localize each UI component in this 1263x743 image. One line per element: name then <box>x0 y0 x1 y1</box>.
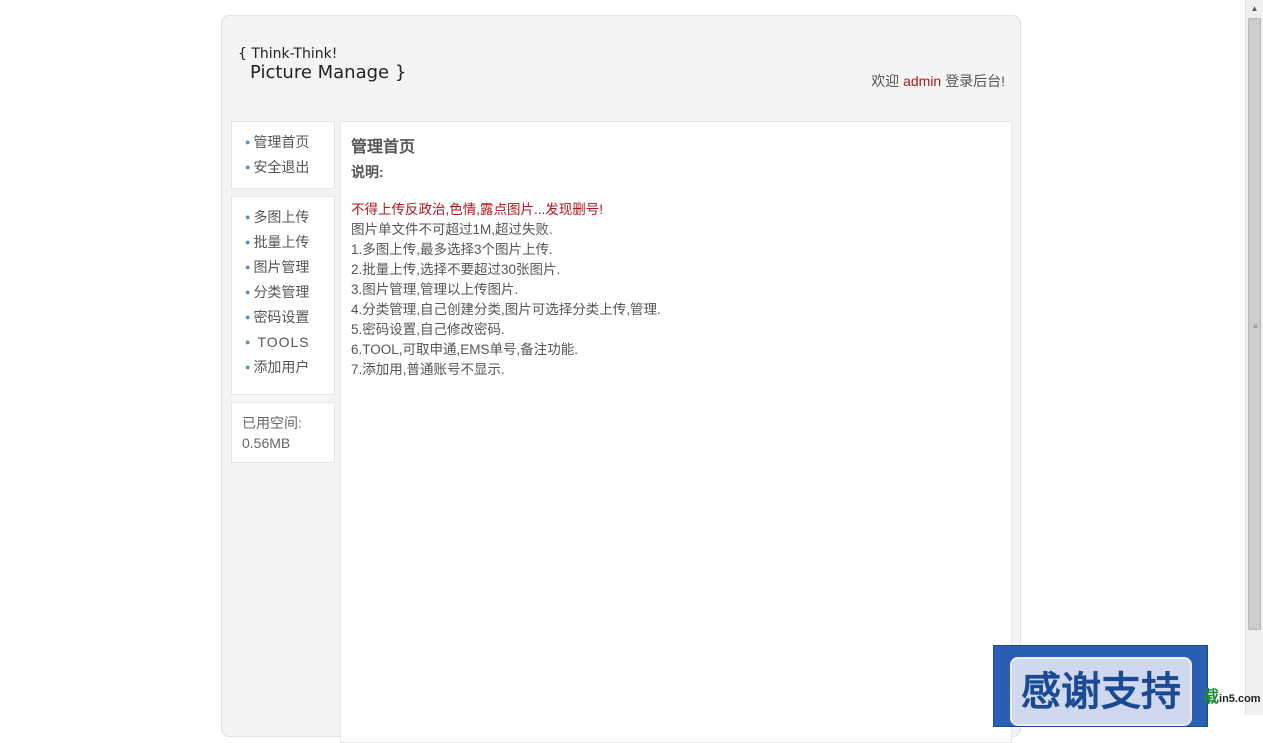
vertical-scrollbar[interactable]: ▲ ≡ <box>1245 0 1263 715</box>
page-title: 管理首页 <box>351 139 416 156</box>
sidebar-item-add-user[interactable]: ● 添加用户 <box>232 355 334 380</box>
sidebar-item-label: 图片管理 <box>253 259 310 275</box>
bullet-icon: ● <box>245 337 251 347</box>
sidebar-item-label: 批量上传 <box>253 234 310 250</box>
bullet-icon: ● <box>245 287 251 297</box>
bullet-icon: ● <box>245 262 251 272</box>
warning-text: 不得上传反政治,色情,露点图片...发现删号! <box>351 202 604 217</box>
sidebar-group-functions: ● 多图上传 ● 批量上传 ● 图片管理 ● 分类管理 ● 密码设置 ● TOOLS ● 添加… <box>231 196 335 395</box>
note-item: 图片单文件不可超过1M,超过失败. <box>351 222 553 237</box>
logo-line2: Picture Manage } <box>250 62 407 83</box>
sidebar-item-logout[interactable]: ● 安全退出 <box>232 155 334 180</box>
sidebar-item-image-manage[interactable]: ● 图片管理 <box>232 255 334 280</box>
sidebar-item-label: 密码设置 <box>253 309 310 325</box>
sidebar-item-label: 多图上传 <box>253 209 310 225</box>
watermark-text: in5.com <box>1219 693 1261 705</box>
sidebar-item-password[interactable]: ● 密码设置 <box>232 305 334 330</box>
page-container: { Think-Think! Picture Manage } 欢迎 admin… <box>221 15 1021 743</box>
sidebar-item-label: 管理首页 <box>253 134 310 150</box>
note-item: 2.批量上传,选择不要超过30张图片. <box>351 262 561 277</box>
scroll-up-arrow-icon[interactable]: ▲ <box>1246 0 1263 17</box>
intro-label: 说明: <box>351 164 384 180</box>
note-item: 7.添加用,普通账号不显示. <box>351 362 505 377</box>
welcome-message: 欢迎 admin 登录后台! <box>871 71 1005 91</box>
note-item: 6.TOOL,可取申通,EMS单号,备注功能. <box>351 342 579 357</box>
storage-usage: 已用空间: 0.56MB <box>231 402 335 463</box>
note-item: 3.图片管理,管理以上传图片. <box>351 282 519 297</box>
bullet-icon: ● <box>245 362 251 372</box>
note-item: 4.分类管理,自己创建分类,图片可选择分类上传,管理. <box>351 302 661 317</box>
support-banner-text: 感谢支持 <box>1010 657 1192 726</box>
site-watermark: 载in5.com <box>1203 683 1261 707</box>
logo: { Think-Think! Picture Manage } <box>238 46 406 84</box>
note-item: 5.密码设置,自己修改密码. <box>351 322 505 337</box>
watermark-glyph-icon: 载 <box>1203 689 1220 706</box>
sidebar-item-tools[interactable]: ● TOOLS <box>232 330 334 355</box>
bullet-icon: ● <box>245 312 251 322</box>
notes-list: 不得上传反政治,色情,露点图片...发现删号! 图片单文件不可超过1M,超过失败… <box>351 200 661 380</box>
username-link[interactable]: admin <box>903 73 941 89</box>
bullet-icon: ● <box>245 237 251 247</box>
sidebar-item-category-manage[interactable]: ● 分类管理 <box>232 280 334 305</box>
sidebar-item-label: 安全退出 <box>253 159 310 175</box>
sidebar-item-label: 添加用户 <box>253 359 310 375</box>
bullet-icon: ● <box>245 212 251 222</box>
sidebar-item-batch-upload[interactable]: ● 批量上传 <box>232 230 334 255</box>
welcome-prefix: 欢迎 <box>871 73 900 89</box>
storage-usage-value: 0.56MB <box>242 435 291 451</box>
scroll-thumb[interactable]: ≡ <box>1248 18 1261 630</box>
grip-icon: ≡ <box>1253 322 1258 331</box>
sidebar-item-label: 分类管理 <box>253 284 310 300</box>
welcome-suffix: 登录后台! <box>945 73 1005 89</box>
bullet-icon: ● <box>245 137 251 147</box>
bullet-icon: ● <box>245 162 251 172</box>
sidebar: ● 管理首页 ● 安全退出 ● 多图上传 ● 批量上传 ● 图片管理 ● 分类管理 ● 密码设… <box>231 121 335 470</box>
note-item: 1.多图上传,最多选择3个图片上传. <box>351 242 553 257</box>
main-content: 管理首页 说明: 不得上传反政治,色情,露点图片...发现删号! 图片单文件不可… <box>340 121 1012 743</box>
sidebar-item-multi-upload[interactable]: ● 多图上传 <box>232 205 334 230</box>
storage-usage-label: 已用空间: <box>242 415 302 431</box>
logo-line1: { Think-Think! <box>238 46 338 62</box>
sidebar-item-home[interactable]: ● 管理首页 <box>232 130 334 155</box>
sidebar-item-label: TOOLS <box>257 334 310 350</box>
sidebar-group-main: ● 管理首页 ● 安全退出 <box>231 121 335 189</box>
